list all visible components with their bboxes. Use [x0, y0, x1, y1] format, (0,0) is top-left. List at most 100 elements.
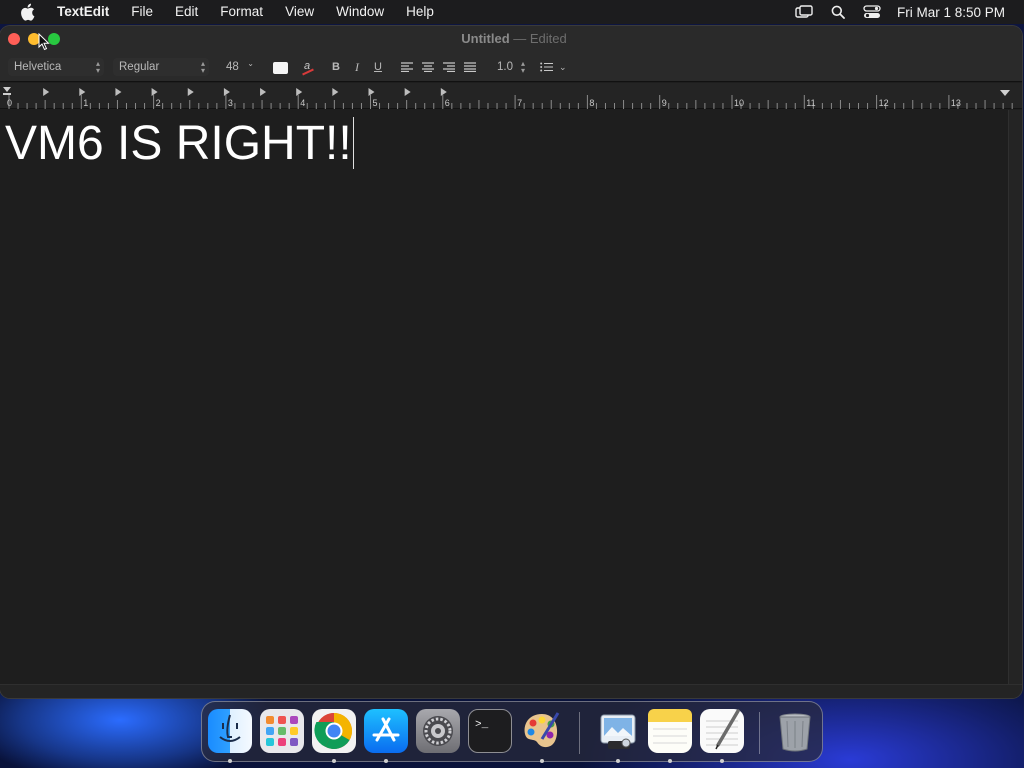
text-insertion-caret	[352, 117, 354, 170]
font-style-value: Regular	[119, 61, 160, 73]
dock-textedit-icon[interactable]	[700, 709, 744, 753]
menu-file[interactable]: File	[120, 0, 164, 24]
dock-chrome-icon[interactable]	[312, 709, 356, 753]
highlight-color-button[interactable]: a	[300, 59, 316, 75]
text-color-well[interactable]	[273, 62, 288, 74]
horizontal-scrollbar[interactable]	[0, 684, 1022, 698]
document-text-area[interactable]: VM6 IS RIGHT!!	[0, 110, 1008, 680]
document-text-content: VM6 IS RIGHT!!	[5, 117, 352, 170]
menu-view[interactable]: View	[274, 0, 325, 24]
dock-finder-icon[interactable]	[208, 709, 252, 753]
dock-paintbrush-icon[interactable]	[520, 709, 564, 753]
menu-help[interactable]: Help	[395, 0, 445, 24]
menu-window[interactable]: Window	[325, 0, 395, 24]
chevron-down-icon: ⌄	[247, 59, 254, 68]
dock-terminal-icon[interactable]: >_	[468, 709, 512, 753]
mouse-pointer-icon	[38, 33, 50, 51]
dock: >_	[201, 701, 823, 763]
dock-launchpad-icon[interactable]	[260, 709, 304, 753]
italic-button[interactable]: I	[348, 58, 366, 76]
menu-format[interactable]: Format	[209, 0, 274, 24]
bold-button[interactable]: B	[327, 58, 345, 76]
tab-stop-marker[interactable]	[187, 88, 194, 96]
ruler-number: 1	[83, 98, 89, 108]
ruler-number: 11	[806, 98, 816, 108]
screen-mirroring-icon[interactable]	[787, 0, 821, 24]
align-center-button[interactable]	[419, 58, 437, 76]
align-right-button[interactable]	[440, 58, 458, 76]
dock-system-settings-icon[interactable]	[416, 709, 460, 753]
menu-app-textedit[interactable]: TextEdit	[53, 0, 120, 24]
apple-icon[interactable]	[17, 2, 37, 22]
textedit-window: Untitled — Edited Helvetica ▴ ▾ Regular ▴…	[0, 26, 1022, 698]
tab-stop-marker[interactable]	[115, 88, 122, 96]
running-indicator	[228, 759, 232, 763]
tab-stop-marker[interactable]	[79, 88, 86, 96]
tab-stop-marker[interactable]	[368, 88, 375, 96]
svg-text:>_: >_	[475, 719, 489, 731]
ruler-number: 13	[950, 98, 961, 108]
up-down-arrows-icon: ▴ ▾	[95, 59, 100, 75]
menu-edit[interactable]: Edit	[164, 0, 209, 24]
pencil-a-icon: a	[304, 60, 311, 72]
tab-stop-marker[interactable]	[260, 88, 267, 96]
dock-separator	[759, 712, 760, 754]
line-spacing-popup[interactable]: 1.0 ▴ ▾	[491, 58, 527, 76]
tab-stop-marker[interactable]	[404, 88, 411, 96]
running-indicator	[616, 759, 620, 763]
right-indent-marker[interactable]	[1000, 90, 1010, 96]
align-left-icon	[401, 62, 413, 72]
bulleted-list-icon	[540, 62, 553, 72]
dock-trash-icon[interactable]	[773, 709, 817, 753]
tab-stop-marker[interactable]	[43, 88, 50, 96]
ruler-number: 2	[155, 98, 161, 108]
control-center-icon[interactable]	[855, 0, 889, 24]
underline-button[interactable]: U	[369, 58, 387, 76]
list-bullets-button[interactable]: ⌄	[540, 58, 572, 76]
ruler-number: 0	[7, 98, 13, 108]
tab-stop-marker[interactable]	[151, 88, 158, 96]
ruler-number: 5	[372, 98, 378, 108]
up-down-arrows-icon: ▴ ▾	[200, 59, 205, 75]
running-indicator	[720, 759, 724, 763]
document-name: Untitled	[461, 31, 510, 46]
line-spacing-value: 1.0	[497, 61, 513, 73]
dock-notes-icon[interactable]	[648, 709, 692, 753]
ruler-number: 7	[517, 98, 523, 108]
ruler-number: 10	[734, 98, 745, 108]
vertical-scrollbar[interactable]	[1008, 110, 1022, 684]
spotlight-search-icon[interactable]	[821, 0, 855, 24]
tab-stop-marker[interactable]	[440, 88, 447, 96]
ruler-number: 3	[227, 98, 233, 108]
running-indicator	[668, 759, 672, 763]
document-text[interactable]: VM6 IS RIGHT!!	[5, 116, 354, 172]
align-right-icon	[443, 62, 455, 72]
tab-stop-marker[interactable]	[223, 88, 230, 96]
font-size-combo[interactable]: 48 ⌄	[220, 58, 260, 76]
running-indicator	[332, 759, 336, 763]
ruler-number: 12	[878, 98, 889, 108]
ruler-number: 4	[300, 98, 306, 108]
align-left-button[interactable]	[398, 58, 416, 76]
ruler[interactable]: 0 1 2 3 4 5 6 7 8 9 10 11 12 13	[0, 83, 1022, 109]
menu-bar: TextEdit File Edit Format View Window He…	[0, 0, 1024, 24]
chevron-down-icon: ⌄	[559, 61, 567, 72]
ruler-number: 9	[661, 98, 667, 108]
ruler-number: 8	[589, 98, 595, 108]
left-indent-marker[interactable]	[3, 87, 11, 95]
tab-stop-marker[interactable]	[296, 88, 303, 96]
edited-status: Edited	[529, 31, 567, 46]
font-family-popup[interactable]: Helvetica ▴ ▾	[8, 58, 104, 76]
ruler-ticks	[3, 87, 1013, 109]
justify-button[interactable]	[461, 58, 479, 76]
tab-stop-marker[interactable]	[332, 88, 339, 96]
dock-preview-icon[interactable]	[596, 709, 640, 753]
menu-bar-clock[interactable]: Fri Mar 1 8:50 PM	[889, 5, 1024, 20]
ruler-number: 6	[444, 98, 450, 108]
font-style-popup[interactable]: Regular ▴ ▾	[113, 58, 209, 76]
dock-separator	[579, 712, 580, 754]
align-center-icon	[422, 62, 434, 72]
dock-app-store-icon[interactable]	[364, 709, 408, 753]
running-indicator	[540, 759, 544, 763]
window-titlebar[interactable]: Untitled — Edited Helvetica ▴ ▾ Regular ▴…	[0, 26, 1022, 82]
